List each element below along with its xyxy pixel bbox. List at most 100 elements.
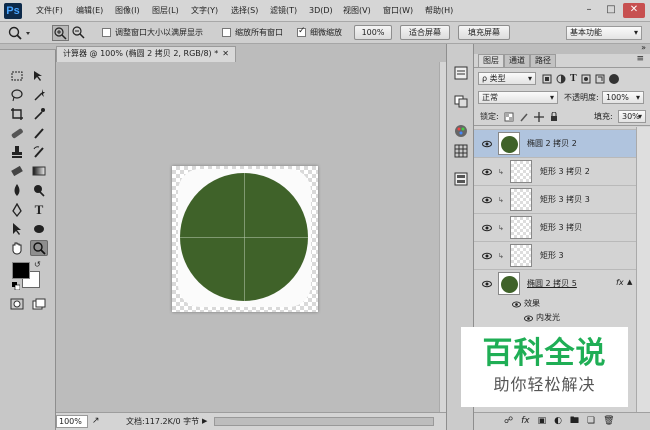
visibility-eye-icon[interactable] bbox=[482, 195, 492, 205]
filter-smart-object-icon[interactable] bbox=[595, 74, 605, 84]
ellipse-tool[interactable] bbox=[30, 221, 48, 237]
add-style-icon[interactable]: fx bbox=[521, 415, 530, 427]
tab-channels[interactable]: 通道 bbox=[504, 54, 530, 67]
filter-shape-icon[interactable] bbox=[581, 74, 591, 84]
menu-file[interactable]: 文件(F) bbox=[36, 4, 63, 18]
fit-screen-button[interactable]: 适合屏幕 bbox=[400, 25, 450, 40]
zoom-tool[interactable] bbox=[30, 240, 48, 256]
filter-toggle-icon[interactable] bbox=[608, 73, 619, 84]
brush-tool[interactable] bbox=[30, 125, 48, 141]
history-brush-tool[interactable] bbox=[30, 144, 48, 160]
lock-pixels-icon[interactable] bbox=[519, 112, 529, 122]
delete-layer-icon[interactable]: 🗑 bbox=[603, 415, 614, 427]
expand-effects-icon[interactable]: ▲ bbox=[627, 278, 632, 286]
menu-window[interactable]: 窗口(W) bbox=[383, 4, 413, 18]
tab-layers[interactable]: 图层 bbox=[478, 54, 504, 67]
close-tab-icon[interactable]: ✕ bbox=[222, 47, 229, 61]
panel-menu-icon[interactable]: ≡ bbox=[636, 54, 644, 64]
swap-colors-icon[interactable]: ↺ bbox=[34, 260, 41, 269]
dodge-tool[interactable] bbox=[30, 182, 48, 198]
visibility-eye-icon[interactable] bbox=[482, 251, 492, 261]
menu-layer[interactable]: 图层(L) bbox=[152, 4, 179, 18]
visibility-eye-icon[interactable] bbox=[512, 300, 521, 309]
pen-tool[interactable] bbox=[8, 202, 26, 218]
healing-brush-tool[interactable] bbox=[8, 125, 26, 141]
close-icon[interactable]: ✕ bbox=[623, 3, 645, 18]
default-colors-icon[interactable] bbox=[12, 282, 20, 290]
lock-all-icon[interactable] bbox=[549, 112, 559, 122]
filter-type-icon[interactable]: T bbox=[570, 73, 577, 84]
document-canvas[interactable] bbox=[172, 166, 318, 312]
menu-3d[interactable]: 3D(D) bbox=[309, 4, 333, 18]
menu-edit[interactable]: 编辑(E) bbox=[76, 4, 103, 18]
visibility-eye-icon[interactable] bbox=[482, 223, 492, 233]
swatches-panel-icon[interactable] bbox=[452, 122, 470, 140]
zoom-in-button[interactable] bbox=[52, 25, 69, 41]
filter-pixel-icon[interactable] bbox=[542, 74, 552, 84]
fill-screen-button[interactable]: 填充屏幕 bbox=[458, 25, 510, 40]
horizontal-scrollbar[interactable] bbox=[214, 417, 434, 426]
gradient-tool[interactable] bbox=[30, 163, 48, 179]
move-tool[interactable] bbox=[30, 68, 48, 84]
menu-select[interactable]: 选择(S) bbox=[231, 4, 258, 18]
blur-tool[interactable] bbox=[8, 182, 26, 198]
properties-panel-icon[interactable] bbox=[452, 170, 470, 188]
crop-tool[interactable] bbox=[8, 106, 26, 122]
menu-help[interactable]: 帮助(H) bbox=[425, 4, 453, 18]
link-layers-icon[interactable]: ☍ bbox=[504, 415, 513, 427]
marquee-tool[interactable] bbox=[8, 68, 26, 84]
lock-position-icon[interactable] bbox=[534, 112, 544, 122]
status-share-icon[interactable]: ↗ bbox=[92, 416, 100, 426]
tab-paths[interactable]: 路径 bbox=[530, 54, 556, 67]
minimize-icon[interactable]: – bbox=[578, 3, 600, 18]
maximize-icon[interactable]: □ bbox=[600, 3, 622, 18]
lasso-tool[interactable] bbox=[8, 87, 26, 103]
history-panel-icon[interactable] bbox=[452, 64, 470, 82]
status-menu-arrow-icon[interactable]: ▶ bbox=[202, 417, 207, 425]
new-layer-icon[interactable]: ❏ bbox=[587, 415, 595, 427]
layer-kind-filter[interactable]: ρ 类型 bbox=[478, 72, 536, 85]
eyedropper-tool[interactable] bbox=[30, 106, 48, 122]
visibility-eye-icon[interactable] bbox=[482, 279, 492, 289]
lock-transparent-icon[interactable] bbox=[504, 112, 514, 122]
layer-row[interactable]: 椭圆 2 拷贝 2 bbox=[474, 129, 636, 157]
opacity-field[interactable]: 100% bbox=[602, 91, 644, 104]
menu-type[interactable]: 文字(Y) bbox=[191, 4, 218, 18]
filter-adjustment-icon[interactable] bbox=[556, 74, 566, 84]
layers-scrollbar[interactable] bbox=[636, 127, 650, 412]
collapse-panel-icon[interactable]: » bbox=[641, 43, 646, 52]
fill-field[interactable]: 30% bbox=[618, 110, 646, 123]
layer-comps-icon[interactable] bbox=[452, 92, 470, 110]
screen-mode-button[interactable] bbox=[30, 296, 48, 312]
layer-row[interactable]: ↳ 矩形 3 拷贝 2 bbox=[474, 157, 636, 185]
inner-glow-row[interactable]: 内发光 bbox=[474, 311, 636, 325]
quick-mask-button[interactable] bbox=[8, 296, 26, 312]
zoom-level-field[interactable]: 100% bbox=[56, 415, 88, 428]
layer-row[interactable]: ↳ 矩形 3 bbox=[474, 241, 636, 269]
document-tab[interactable]: 计算器 @ 100% (椭圆 2 拷贝 2, RGB/8) * ✕ bbox=[56, 46, 236, 62]
vertical-scrollbar[interactable] bbox=[439, 62, 446, 412]
blend-mode-dropdown[interactable]: 正常 bbox=[478, 91, 558, 104]
adjustment-layer-icon[interactable]: ◐ bbox=[554, 415, 562, 427]
visibility-eye-icon[interactable] bbox=[482, 139, 492, 149]
canvas-area[interactable] bbox=[56, 62, 439, 412]
type-tool[interactable]: T bbox=[30, 202, 48, 218]
eraser-tool[interactable] bbox=[8, 163, 26, 179]
zoom-out-button[interactable] bbox=[71, 25, 88, 41]
foreground-color-swatch[interactable] bbox=[12, 262, 30, 279]
zoom-tool-preset[interactable] bbox=[6, 25, 34, 41]
scrubby-zoom-checkbox[interactable] bbox=[297, 26, 306, 37]
effects-row[interactable]: 效果 bbox=[474, 297, 636, 311]
new-group-icon[interactable]: 🖿 bbox=[570, 415, 579, 427]
menu-image[interactable]: 图像(I) bbox=[115, 4, 140, 18]
zoom-all-windows-checkbox[interactable] bbox=[222, 28, 231, 37]
layer-row[interactable]: 椭圆 2 拷贝 5 fx ▲ bbox=[474, 269, 636, 297]
workspace-dropdown[interactable]: 基本功能 bbox=[566, 26, 642, 40]
menu-view[interactable]: 视图(V) bbox=[343, 4, 371, 18]
clone-stamp-tool[interactable] bbox=[8, 144, 26, 160]
hand-tool[interactable] bbox=[8, 240, 26, 256]
path-selection-tool[interactable] bbox=[8, 221, 26, 237]
add-mask-icon[interactable]: ▣ bbox=[538, 415, 547, 427]
layer-row[interactable]: ↳ 矩形 3 拷贝 3 bbox=[474, 185, 636, 213]
visibility-eye-icon[interactable] bbox=[524, 314, 533, 323]
